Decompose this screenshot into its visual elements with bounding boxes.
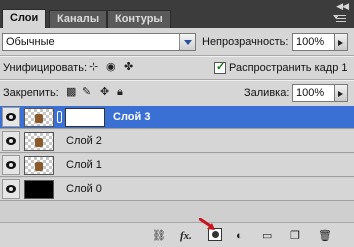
lock-transparency-icon[interactable]: ▩	[66, 86, 76, 98]
unify-visibility-icon[interactable]: ◉	[106, 61, 116, 73]
layer-name: Слой 1	[66, 159, 102, 171]
layer-thumbnail	[24, 156, 54, 175]
layer-name: Слой 0	[66, 183, 102, 195]
propagate-frame-checkbox[interactable]: ✓	[214, 61, 226, 74]
lock-pixels-icon[interactable]: ✎	[82, 86, 91, 98]
layer-row[interactable]: Слой 2	[0, 130, 354, 153]
visibility-eye-icon[interactable]	[2, 155, 20, 175]
visibility-eye-icon[interactable]	[2, 179, 20, 199]
collapse-panel-icon[interactable]: ◀◀	[336, 1, 349, 12]
lock-all-icon[interactable]: 🔒︎	[117, 86, 123, 98]
chevron-down-icon[interactable]	[179, 34, 195, 50]
lock-position-icon[interactable]: ✥	[100, 86, 109, 98]
layer-name: Слой 2	[66, 135, 102, 147]
tab-layers[interactable]: Слои	[2, 9, 47, 28]
visibility-eye-icon[interactable]	[2, 131, 20, 151]
layer-row[interactable]: Слой 3	[0, 106, 354, 129]
delete-layer-icon[interactable]: 🗑︎	[318, 229, 332, 243]
layer-mask-thumbnail[interactable]	[65, 108, 105, 127]
unify-position-icon[interactable]: ⊹	[89, 61, 98, 73]
blend-mode-select[interactable]: Обычные	[2, 33, 196, 51]
mask-link-icon[interactable]	[57, 111, 62, 123]
layer-thumbnail	[24, 132, 54, 151]
opacity-label: Непрозрачность:	[202, 36, 289, 48]
new-layer-icon[interactable]: ❐	[290, 229, 300, 243]
tab-channels[interactable]: Каналы	[49, 10, 108, 28]
layer-thumbnail	[24, 108, 54, 127]
blend-opacity-row: Обычные Непрозрачность: 100%	[0, 30, 354, 54]
fill-slider-toggle[interactable]	[335, 84, 348, 102]
layer-row[interactable]: Слой 0	[0, 178, 354, 201]
propagate-label: Распространить кадр 1	[229, 62, 348, 74]
fill-input[interactable]: 100%	[292, 84, 335, 102]
blend-mode-value: Обычные	[6, 36, 55, 48]
visibility-eye-icon[interactable]	[2, 107, 20, 127]
layers-footer: ⛓ fx. ◐ ▭ ❐ 🗑︎	[0, 222, 354, 247]
unify-style-icon[interactable]: ✤	[124, 61, 133, 73]
opacity-slider-toggle[interactable]	[335, 33, 348, 51]
link-layers-icon[interactable]: ⛓	[152, 229, 166, 243]
checkmark-icon: ✓	[216, 61, 226, 73]
layer-row[interactable]: Слой 1	[0, 154, 354, 177]
panel-menu-icon[interactable]	[333, 12, 349, 26]
tab-paths[interactable]: Контуры	[107, 10, 171, 28]
adjustment-layer-icon[interactable]: ◐	[236, 229, 243, 243]
new-group-icon[interactable]: ▭	[262, 229, 272, 243]
panel-header: ◀◀ Слои Каналы Контуры	[0, 0, 354, 28]
layer-name: Слой 3	[113, 111, 151, 123]
layers-list: Слой 3 Слой 2 Слой 1 Слой 0	[0, 106, 354, 222]
fx-icon[interactable]: fx.	[180, 229, 192, 243]
layer-thumbnail	[24, 180, 54, 199]
unify-label: Унифицировать:	[3, 62, 88, 74]
opacity-input[interactable]: 100%	[292, 33, 335, 51]
divider	[0, 56, 354, 57]
lock-label: Закрепить:	[3, 87, 59, 99]
fill-label: Заливка:	[244, 87, 290, 99]
annotation-arrow-icon	[199, 218, 215, 230]
divider	[0, 80, 354, 81]
